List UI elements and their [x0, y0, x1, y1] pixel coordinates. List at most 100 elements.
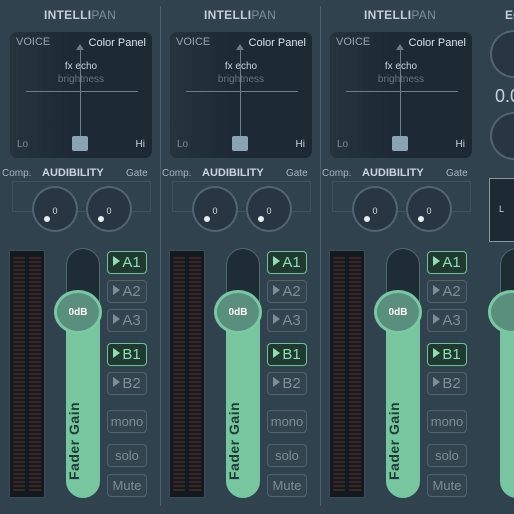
pan-hi-label: Hi: [455, 139, 465, 150]
title-pan: PAN: [411, 8, 437, 22]
intellipan-panel[interactable]: VOICE Color Panel fx echo brightness Lo …: [10, 32, 152, 158]
strip-separator: [320, 6, 321, 506]
bus-b2-button[interactable]: B2: [427, 372, 467, 395]
triangle-icon: [273, 285, 281, 295]
bus-a2-button[interactable]: A2: [107, 280, 147, 303]
level-meter: [9, 250, 45, 498]
bus-a3-button[interactable]: A3: [267, 309, 307, 332]
bus-a3-button[interactable]: A3: [107, 309, 147, 332]
bus-a1-button[interactable]: A1: [107, 251, 147, 274]
partial-strip-title: EQ: [505, 8, 514, 22]
fader-db-value: 0dB: [68, 307, 88, 318]
bus-a2-label: A2: [442, 283, 461, 300]
color-panel-label[interactable]: Color Panel: [89, 37, 146, 49]
solo-button[interactable]: solo: [107, 444, 147, 467]
gate-knob[interactable]: 0: [86, 186, 132, 232]
mono-button[interactable]: mono: [107, 410, 147, 433]
triangle-icon: [273, 314, 281, 324]
gate-value: 0: [106, 206, 112, 216]
mono-label: mono: [110, 414, 144, 429]
intellipan-panel[interactable]: VOICE Color Panel fx echo brightness Lo …: [330, 32, 472, 158]
mono-button[interactable]: mono: [267, 410, 307, 433]
color-panel-label[interactable]: Color Panel: [409, 37, 466, 49]
intellipan-panel[interactable]: VOICE Color Panel fx echo brightness Lo …: [170, 32, 312, 158]
bus-a2-label: A2: [122, 283, 141, 300]
comp-knob[interactable]: 0: [32, 186, 78, 232]
brightness-label: brightness: [330, 74, 472, 85]
comp-knob[interactable]: 0: [352, 186, 398, 232]
solo-button[interactable]: solo: [267, 444, 307, 467]
partial-fader-fill: [500, 312, 514, 498]
bus-a1-label: A1: [282, 254, 301, 271]
arrow-up-icon: [396, 44, 404, 50]
gate-label: Gate: [286, 168, 308, 179]
title-intelli: INTELLI: [203, 8, 252, 22]
gate-knob[interactable]: 0: [246, 186, 292, 232]
solo-label: solo: [115, 448, 139, 463]
knob-dot-icon: [418, 216, 424, 222]
bus-a1-button[interactable]: A1: [267, 251, 307, 274]
pan-cursor[interactable]: [232, 136, 248, 151]
fx-echo-label: fx echo: [384, 61, 418, 72]
bus-a1-label: A1: [442, 254, 461, 271]
bus-a2-button[interactable]: A2: [267, 280, 307, 303]
gate-knob[interactable]: 0: [406, 186, 452, 232]
partial-value: 0.0: [495, 86, 514, 106]
pan-v-axis: [400, 50, 401, 146]
bus-b1-button[interactable]: B1: [267, 343, 307, 366]
audibility-label: AUDIBILITY: [362, 167, 424, 179]
brightness-label: brightness: [10, 74, 152, 85]
partial-fader-knob[interactable]: [488, 290, 514, 334]
mute-button[interactable]: Mute: [107, 474, 147, 497]
bus-b1-button[interactable]: B1: [107, 343, 147, 366]
pan-h-axis: [346, 91, 458, 92]
comp-label: Comp.: [2, 168, 32, 179]
bus-b2-button[interactable]: B2: [267, 372, 307, 395]
partial-pan-box[interactable]: L: [489, 178, 514, 242]
bus-a3-label: A3: [282, 312, 301, 329]
bus-a3-button[interactable]: A3: [427, 309, 467, 332]
bus-b2-label: B2: [442, 375, 461, 392]
fader-knob[interactable]: 0dB: [214, 290, 262, 334]
triangle-icon: [113, 348, 121, 358]
fader-knob[interactable]: 0dB: [374, 290, 422, 334]
meter-bar-left: [173, 257, 185, 493]
fader-gain-label: Fader Gain: [226, 401, 242, 481]
pan-voice-label: VOICE: [16, 36, 51, 48]
audibility-label: AUDIBILITY: [42, 167, 104, 179]
audibility-row: Comp. AUDIBILITY Gate: [0, 167, 160, 181]
triangle-icon: [433, 377, 441, 387]
triangle-icon: [273, 348, 281, 358]
channel-strip: INTELLIPAN VOICE Color Panel fx echo bri…: [0, 0, 160, 514]
bus-a2-button[interactable]: A2: [427, 280, 467, 303]
mute-button[interactable]: Mute: [427, 474, 467, 497]
title-intelli: INTELLI: [43, 8, 92, 22]
meter-bar-right: [349, 257, 361, 493]
bus-a2-label: A2: [282, 283, 301, 300]
partial-knob-top[interactable]: [490, 30, 514, 78]
partial-pan-l: L: [499, 204, 505, 214]
bus-b2-button[interactable]: B2: [107, 372, 147, 395]
color-panel-label[interactable]: Color Panel: [249, 37, 306, 49]
partial-knob-bottom[interactable]: [490, 112, 514, 160]
solo-label: solo: [275, 448, 299, 463]
channel-strip: INTELLIPAN VOICE Color Panel fx echo bri…: [320, 0, 480, 514]
fader-knob[interactable]: 0dB: [54, 290, 102, 334]
brightness-label: brightness: [170, 74, 312, 85]
bus-b1-button[interactable]: B1: [427, 343, 467, 366]
pan-cursor[interactable]: [392, 136, 408, 151]
mono-label: mono: [430, 414, 464, 429]
bus-a1-button[interactable]: A1: [427, 251, 467, 274]
triangle-icon: [113, 377, 121, 387]
solo-button[interactable]: solo: [427, 444, 467, 467]
comp-knob[interactable]: 0: [192, 186, 238, 232]
comp-value: 0: [372, 206, 378, 216]
solo-label: solo: [435, 448, 459, 463]
bus-a3-label: A3: [122, 312, 141, 329]
mono-button[interactable]: mono: [427, 410, 467, 433]
level-meter: [329, 250, 365, 498]
pan-cursor[interactable]: [72, 136, 88, 151]
pan-lo-label: Lo: [177, 139, 189, 150]
mute-button[interactable]: Mute: [267, 474, 307, 497]
triangle-icon: [433, 348, 441, 358]
